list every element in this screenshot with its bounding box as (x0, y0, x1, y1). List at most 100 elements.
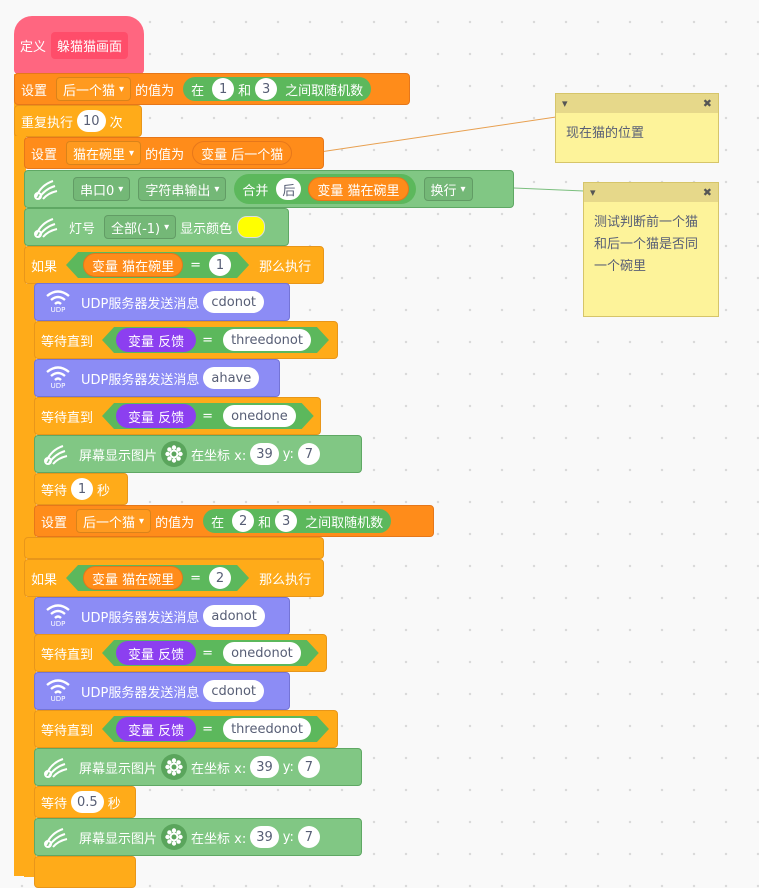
eq-sign: = (202, 645, 214, 661)
define-name[interactable]: 躲猫猫画面 (51, 31, 129, 59)
random-reporter[interactable]: 在 1 和 3 之间取随机数 (183, 77, 372, 101)
x-input[interactable]: 39 (250, 443, 279, 465)
collapse-icon[interactable]: ▾ (590, 186, 596, 199)
join-reporter[interactable]: 合并 后 变量 猫在碗里 (234, 174, 416, 204)
feedback-reporter[interactable]: 变量 反馈 (116, 641, 196, 665)
wait-until-block[interactable]: 等待直到 变量 反馈 = onedone (34, 397, 321, 435)
wait-until-block[interactable]: 等待直到 变量 反馈 = onedonot (34, 634, 327, 672)
wifi-icon: UDP (41, 290, 75, 314)
led-dropdown[interactable]: 全部(-1) (104, 215, 177, 239)
comment-note[interactable]: ▾ ✖ 现在猫的位置 (555, 93, 719, 163)
close-icon[interactable]: ✖ (703, 97, 712, 110)
color-swatch[interactable] (237, 216, 266, 238)
port-dropdown[interactable]: 串口0 (73, 177, 131, 201)
then-label: 那么执行 (259, 572, 312, 588)
collapse-icon[interactable]: ▾ (562, 97, 568, 110)
join-b[interactable]: 变量 猫在碗里 (308, 177, 409, 201)
udp-message[interactable]: adonot (203, 605, 265, 627)
note-text[interactable]: 测试判断前一个猫和后一个猫是否同一个碗里 (584, 202, 718, 288)
wait-seconds[interactable]: 1 (71, 478, 94, 500)
eq-value[interactable]: 1 (209, 254, 231, 276)
eq-condition[interactable]: 变量 猫在碗里 = 2 (66, 565, 249, 591)
udp-send-block[interactable]: UDP UDP服务器发送消息 ahave (34, 359, 280, 397)
var-dropdown[interactable]: 猫在碗里 (66, 141, 142, 165)
comment-note[interactable]: ▾ ✖ 测试判断前一个猫和后一个猫是否同一个碗里 (583, 182, 719, 317)
set-var-block[interactable]: 设置 后一个猫 的值为 在 2 和 3 之间取随机数 (34, 505, 434, 537)
wifi-icon: UDP (41, 679, 75, 703)
var-reporter[interactable]: 变量 猫在碗里 (83, 253, 183, 277)
dragon-icon (41, 755, 73, 779)
of-label: 的值为 (145, 147, 185, 163)
if-block-1[interactable]: 如果 变量 猫在碗里 = 1 那么执行 (24, 246, 324, 284)
repeat-count[interactable]: 10 (77, 110, 106, 132)
set-var-block[interactable]: 设置 后一个猫 的值为 在 1 和 3 之间取随机数 (14, 73, 410, 105)
image-picker-icon[interactable] (161, 754, 188, 780)
note-header[interactable]: ▾ ✖ (556, 94, 718, 113)
feedback-reporter[interactable]: 变量 反馈 (116, 404, 196, 428)
eq-condition[interactable]: 变量 反馈 = threedonot (102, 716, 329, 742)
random-b[interactable]: 3 (275, 510, 298, 532)
feedback-reporter[interactable]: 变量 反馈 (116, 717, 196, 741)
screen-image-block[interactable]: 屏幕显示图片 在坐标 x: 39 y: 7 (34, 818, 362, 856)
random-a[interactable]: 2 (232, 510, 255, 532)
wait-until-block[interactable]: 等待直到 变量 反馈 = threedonot (34, 321, 338, 359)
random-a[interactable]: 1 (212, 78, 235, 100)
mode-dropdown[interactable]: 字符串输出 (138, 177, 227, 201)
image-picker-icon[interactable] (161, 824, 188, 850)
udp-message[interactable]: ahave (203, 367, 260, 389)
compare-value[interactable]: threedonot (223, 329, 311, 351)
color-label: 显示颜色 (180, 221, 233, 237)
random-reporter[interactable]: 在 2 和 3 之间取随机数 (203, 509, 392, 533)
var-reporter[interactable]: 变量 猫在碗里 (83, 566, 183, 590)
eq-value[interactable]: 2 (209, 567, 231, 589)
join-a[interactable]: 后 (276, 178, 302, 200)
image-picker-icon[interactable] (161, 441, 188, 467)
udp-message[interactable]: cdonot (203, 680, 265, 702)
repeat-block[interactable]: 重复执行 10 次 (14, 105, 142, 137)
wait-block-partial[interactable] (34, 856, 136, 888)
serial-output-block[interactable]: 串口0 字符串输出 合并 后 变量 猫在碗里 换行 (24, 170, 514, 208)
var-reporter[interactable]: 变量 后一个猫 (192, 141, 293, 165)
wait-seconds[interactable]: 0.5 (71, 791, 104, 813)
random-pre: 在 (191, 83, 205, 99)
if-block-2[interactable]: 如果 变量 猫在碗里 = 2 那么执行 (24, 559, 324, 597)
compare-value[interactable]: onedonot (223, 642, 301, 664)
eq-condition[interactable]: 变量 猫在碗里 = 1 (66, 252, 249, 278)
x-input[interactable]: 39 (250, 826, 279, 848)
note-header[interactable]: ▾ ✖ (584, 183, 718, 202)
udp-send-block[interactable]: UDP UDP服务器发送消息 cdonot (34, 672, 290, 710)
var-dropdown[interactable]: 后一个猫 (76, 509, 152, 533)
y-input[interactable]: 7 (297, 756, 320, 778)
udp-label: UDP服务器发送消息 (81, 296, 200, 312)
compare-value[interactable]: threedonot (223, 718, 311, 740)
if-footer (24, 537, 324, 559)
y-label: y: (282, 446, 294, 462)
wait-until-block[interactable]: 等待直到 变量 反馈 = threedonot (34, 710, 338, 748)
wait-unit: 秒 (107, 796, 121, 812)
random-post: 之间取随机数 (285, 83, 364, 99)
compare-value[interactable]: onedone (223, 405, 296, 427)
led-block[interactable]: 灯号 全部(-1) 显示颜色 (24, 208, 289, 246)
eq-condition[interactable]: 变量 反馈 = onedone (102, 403, 314, 429)
udp-send-block[interactable]: UDP UDP服务器发送消息 adonot (34, 597, 290, 635)
eq-condition[interactable]: 变量 反馈 = onedonot (102, 640, 319, 666)
random-b[interactable]: 3 (255, 78, 278, 100)
feedback-reporter[interactable]: 变量 反馈 (116, 328, 196, 352)
close-icon[interactable]: ✖ (703, 186, 712, 199)
eq-condition[interactable]: 变量 反馈 = threedonot (102, 327, 329, 353)
led-label: 灯号 (69, 221, 96, 237)
y-input[interactable]: 7 (297, 826, 320, 848)
newline-dropdown[interactable]: 换行 (423, 177, 473, 201)
wait-block[interactable]: 等待 0.5 秒 (34, 786, 136, 818)
define-block[interactable]: 定义 躲猫猫画面 (14, 16, 144, 74)
set-bowl-block[interactable]: 设置 猫在碗里 的值为 变量 后一个猫 (24, 137, 324, 169)
udp-message[interactable]: cdonot (203, 291, 265, 313)
screen-image-block[interactable]: 屏幕显示图片 在坐标 x: 39 y: 7 (34, 435, 362, 473)
y-input[interactable]: 7 (297, 443, 320, 465)
wait-block[interactable]: 等待 1 秒 (34, 473, 128, 505)
var-dropdown[interactable]: 后一个猫 (56, 77, 132, 101)
note-text[interactable]: 现在猫的位置 (556, 113, 718, 155)
udp-send-block[interactable]: UDP UDP服务器发送消息 cdonot (34, 283, 290, 321)
x-input[interactable]: 39 (250, 756, 279, 778)
screen-image-block[interactable]: 屏幕显示图片 在坐标 x: 39 y: 7 (34, 748, 362, 786)
